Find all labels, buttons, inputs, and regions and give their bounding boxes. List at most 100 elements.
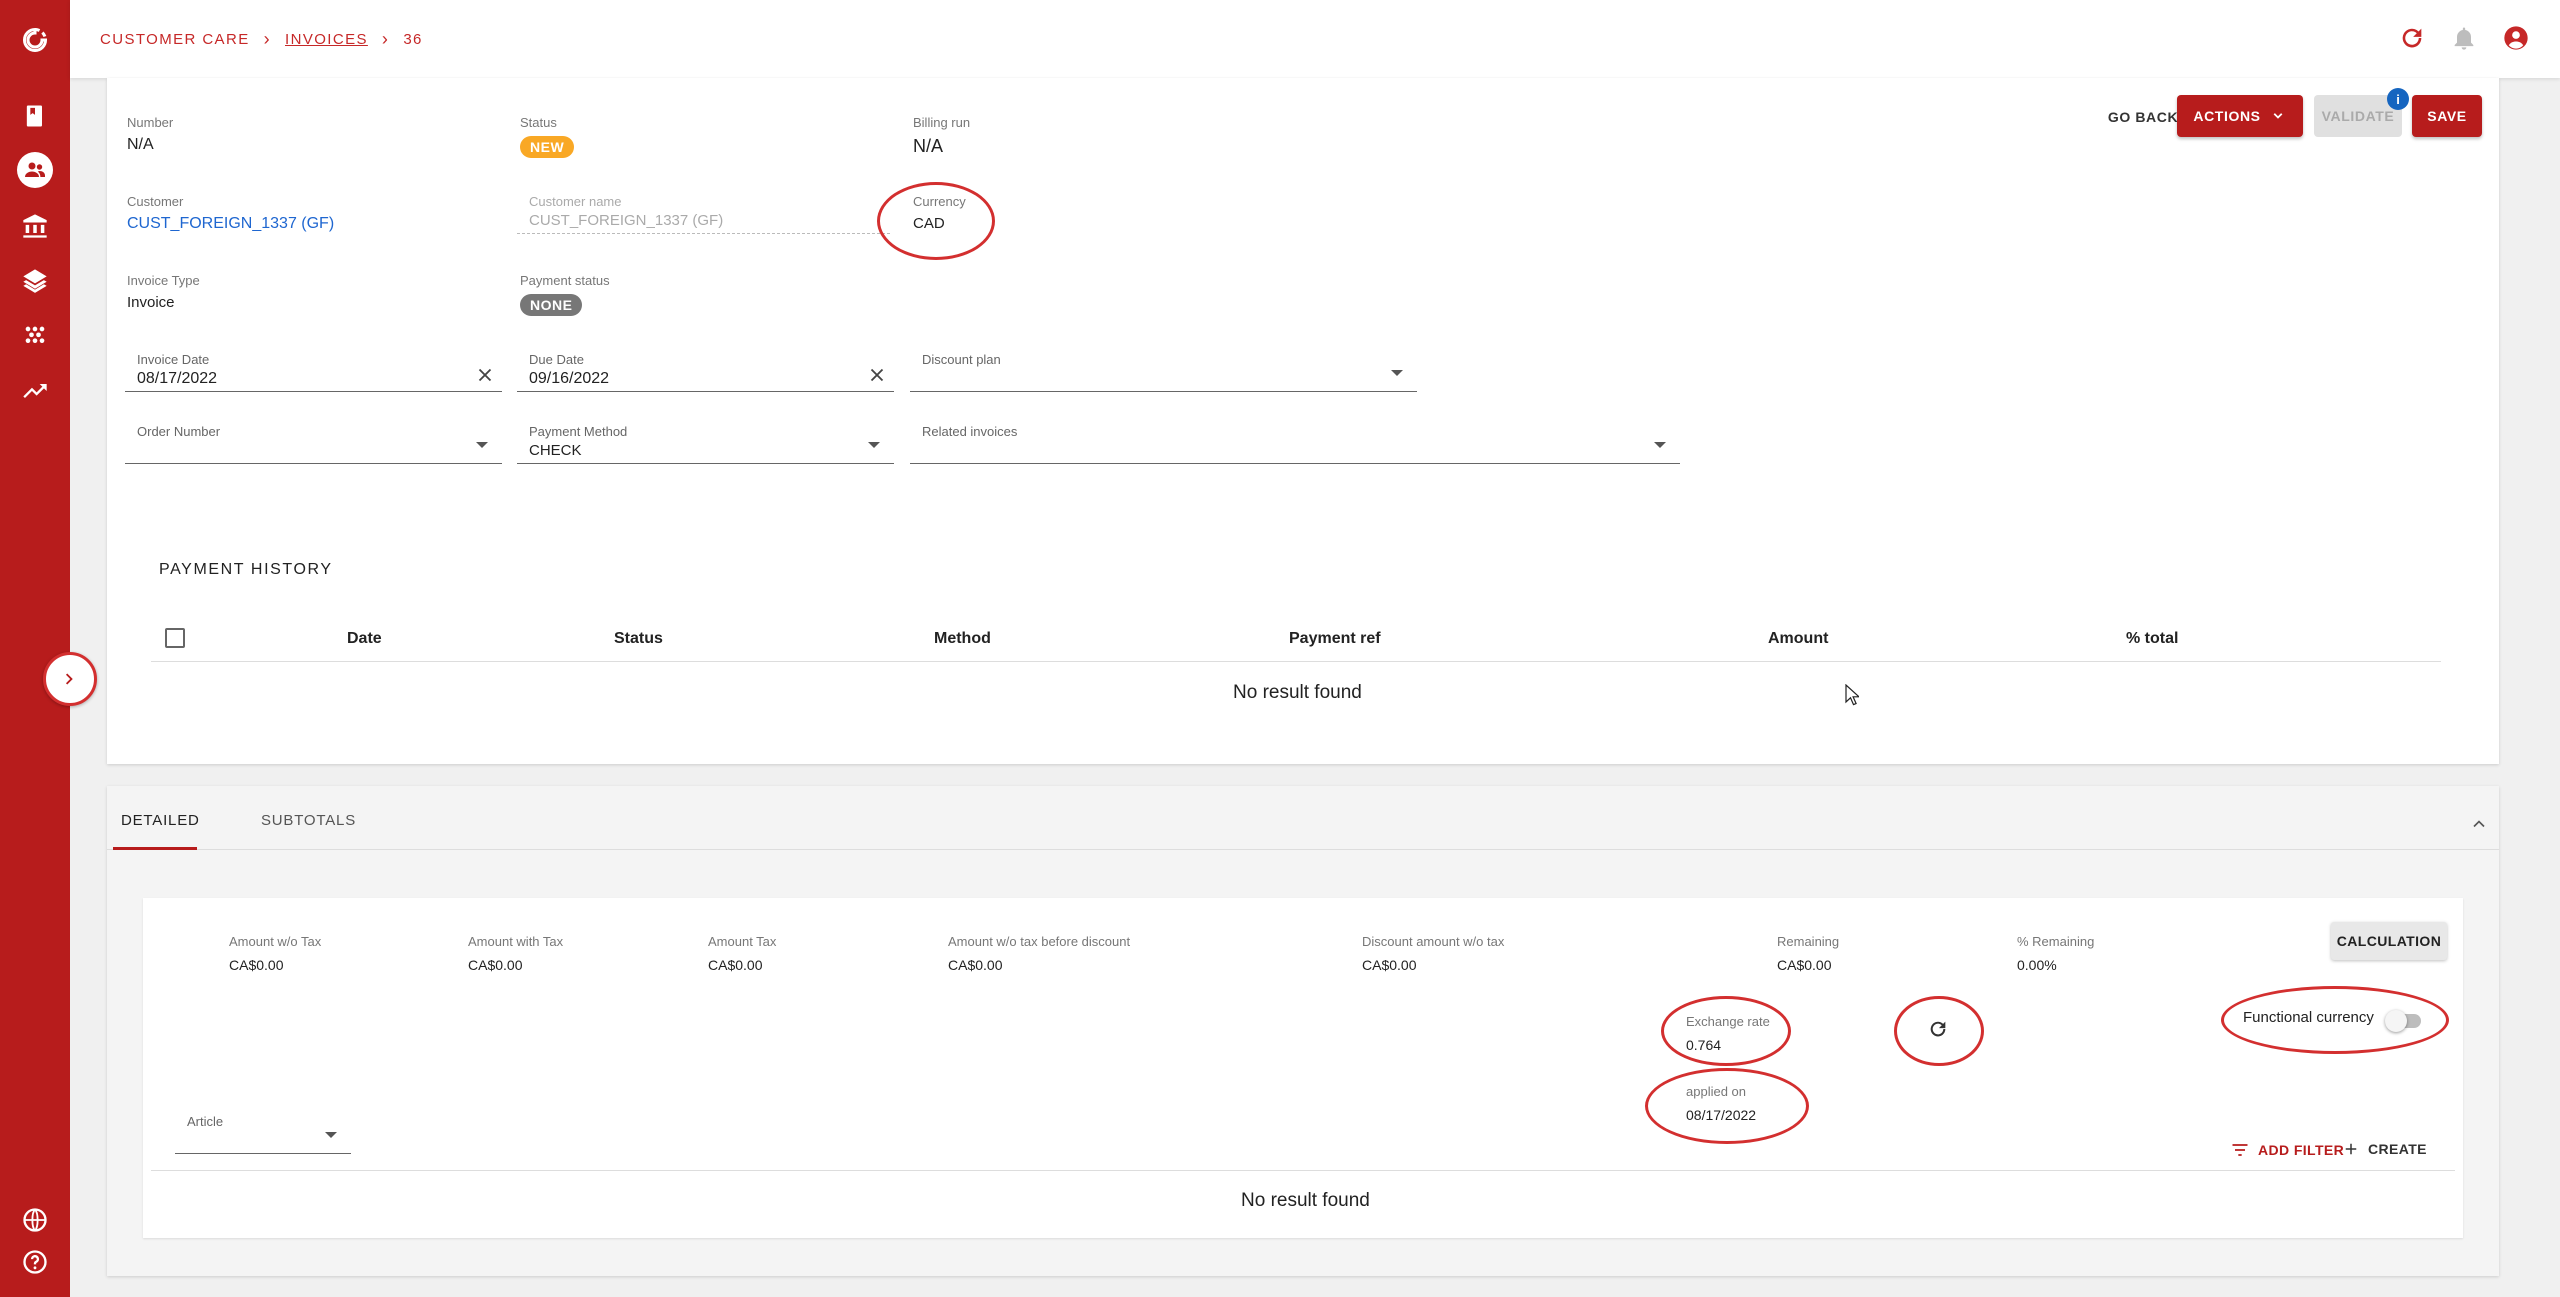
customer-name-label: Customer name xyxy=(529,194,622,209)
order-number-select[interactable]: Order Number xyxy=(125,420,502,464)
payment-history-empty: No result found xyxy=(1233,682,1362,703)
number-label: Number xyxy=(127,115,174,130)
help-icon[interactable] xyxy=(17,1244,53,1280)
tab-subtotals[interactable]: SUBTOTALS xyxy=(261,812,356,829)
dropdown-arrow-icon xyxy=(868,442,880,448)
breadcrumb-invoice-id: 36 xyxy=(403,31,423,48)
book-icon[interactable] xyxy=(17,98,53,134)
chevron-right-icon: › xyxy=(263,29,272,49)
payment-status-badge: NONE xyxy=(520,294,583,316)
related-invoices-label: Related invoices xyxy=(922,424,1018,439)
chevron-right-icon xyxy=(65,673,73,685)
status-label: Status xyxy=(520,115,557,130)
calculation-button[interactable]: CALCULATION xyxy=(2331,922,2447,960)
amount-with-tax: Amount with Tax CA$0.00 xyxy=(468,934,563,973)
amount-wo-tax-value: CA$0.00 xyxy=(229,957,284,973)
create-button[interactable]: CREATE xyxy=(2342,1140,2427,1158)
chevron-down-icon xyxy=(2273,113,2282,119)
status-badge: NEW xyxy=(520,136,575,158)
customers-icon[interactable] xyxy=(17,152,53,188)
add-filter-button[interactable]: ADD FILTER xyxy=(2230,1140,2344,1160)
lines-empty: No result found xyxy=(1241,1190,1370,1211)
customer-link[interactable]: CUST_FOREIGN_1337 (GF) xyxy=(127,215,334,233)
chevron-right-icon: › xyxy=(381,29,390,49)
dropdown-arrow-icon xyxy=(325,1132,337,1138)
mouse-cursor-icon xyxy=(1845,684,1859,706)
actions-label: ACTIONS xyxy=(2193,108,2261,124)
amount-wo-tax-label: Amount w/o Tax xyxy=(229,934,322,949)
plus-icon xyxy=(2345,1143,2357,1155)
discount-plan-select[interactable]: Discount plan xyxy=(910,348,1417,392)
customer-name-value: CUST_FOREIGN_1337 (GF) xyxy=(529,212,724,229)
pct-remaining-label: % Remaining xyxy=(2017,934,2095,949)
column-method[interactable]: Method xyxy=(934,630,991,648)
article-select[interactable]: Article xyxy=(175,1110,351,1154)
bell-icon[interactable] xyxy=(2450,24,2478,52)
payment-method-label: Payment Method xyxy=(529,424,628,439)
save-button[interactable]: SAVE xyxy=(2412,95,2482,137)
select-all-checkbox[interactable] xyxy=(165,628,185,648)
billing-run-value: N/A xyxy=(913,136,944,156)
trending-up-icon[interactable] xyxy=(17,373,53,409)
billing-run-label: Billing run xyxy=(913,115,971,130)
amount-before-discount-value: CA$0.00 xyxy=(948,957,1003,973)
expand-sidebar-button[interactable] xyxy=(43,652,97,706)
due-date-value: 09/16/2022 xyxy=(529,370,610,387)
amount-tax: Amount Tax CA$0.00 xyxy=(708,934,776,973)
app-logo-icon[interactable] xyxy=(17,22,53,58)
due-date-label: Due Date xyxy=(529,352,584,367)
column-pct-total[interactable]: % total xyxy=(2126,630,2178,648)
tab-detailed[interactable]: DETAILED xyxy=(121,812,200,829)
dropdown-arrow-icon xyxy=(476,442,488,448)
due-date-input[interactable]: Due Date 09/16/2022 xyxy=(517,348,894,392)
chevron-up-icon[interactable] xyxy=(2469,814,2489,834)
breadcrumb-invoices[interactable]: INVOICES xyxy=(285,31,368,48)
currency-highlight-ring xyxy=(877,182,995,260)
invoice-type-field: Invoice Type Invoice xyxy=(127,273,200,311)
invoice-type-value: Invoice xyxy=(127,294,175,311)
column-status[interactable]: Status xyxy=(614,630,663,648)
remaining-label: Remaining xyxy=(1777,934,1840,949)
filter-icon xyxy=(2232,1144,2248,1156)
payment-status-field: Payment status NONE xyxy=(520,273,610,316)
invoice-date-input[interactable]: Invoice Date 08/17/2022 xyxy=(125,348,502,392)
invoice-form-card: GO BACK ACTIONS VALIDATE i SAVE Number N… xyxy=(107,78,2499,764)
actions-button[interactable]: ACTIONS xyxy=(2177,95,2303,137)
discount-plan-label: Discount plan xyxy=(922,352,1001,367)
invoice-date-label: Invoice Date xyxy=(137,352,210,367)
exchange-rate-highlight-ring xyxy=(1661,996,1791,1066)
remaining-value: CA$0.00 xyxy=(1777,957,1832,973)
number-field: Number N/A xyxy=(127,115,173,154)
article-label: Article xyxy=(187,1114,224,1129)
breadcrumb-customer-care[interactable]: CUSTOMER CARE xyxy=(100,31,250,48)
related-invoices-select[interactable]: Related invoices xyxy=(910,420,1680,464)
dropdown-arrow-icon xyxy=(1654,442,1666,448)
customer-name-input: Customer name CUST_FOREIGN_1337 (GF) xyxy=(517,190,890,234)
add-filter-label: ADD FILTER xyxy=(2258,1142,2345,1158)
validate-info-icon[interactable]: i xyxy=(2387,88,2409,110)
amount-before-discount-label: Amount w/o tax before discount xyxy=(948,934,1131,949)
pct-remaining: % Remaining 0.00% xyxy=(2017,934,2094,973)
clear-icon[interactable] xyxy=(866,364,888,386)
order-number-label: Order Number xyxy=(137,424,221,439)
amount-tax-value: CA$0.00 xyxy=(708,957,763,973)
functional-currency-highlight-ring xyxy=(2221,986,2449,1054)
invoice-type-label: Invoice Type xyxy=(127,273,200,288)
grid-dots-icon[interactable] xyxy=(17,318,53,354)
billing-run-field: Billing run N/A xyxy=(913,115,970,157)
column-payment-ref[interactable]: Payment ref xyxy=(1289,630,1381,648)
payment-method-select[interactable]: Payment Method CHECK xyxy=(517,420,894,464)
amount-tax-label: Amount Tax xyxy=(708,934,777,949)
column-date[interactable]: Date xyxy=(347,630,382,648)
column-amount[interactable]: Amount xyxy=(1768,630,1828,648)
go-back-button[interactable]: GO BACK xyxy=(2107,96,2179,138)
layers-icon[interactable] xyxy=(17,263,53,299)
payment-history-table-header: Date Status Method Payment ref Amount % … xyxy=(151,620,2441,662)
refresh-icon[interactable] xyxy=(2398,24,2426,52)
clear-icon[interactable] xyxy=(474,364,496,386)
language-icon[interactable] xyxy=(17,1202,53,1238)
number-value: N/A xyxy=(127,136,154,153)
bank-icon[interactable] xyxy=(17,208,53,244)
account-icon[interactable] xyxy=(2502,24,2530,52)
payment-status-label: Payment status xyxy=(520,273,610,288)
